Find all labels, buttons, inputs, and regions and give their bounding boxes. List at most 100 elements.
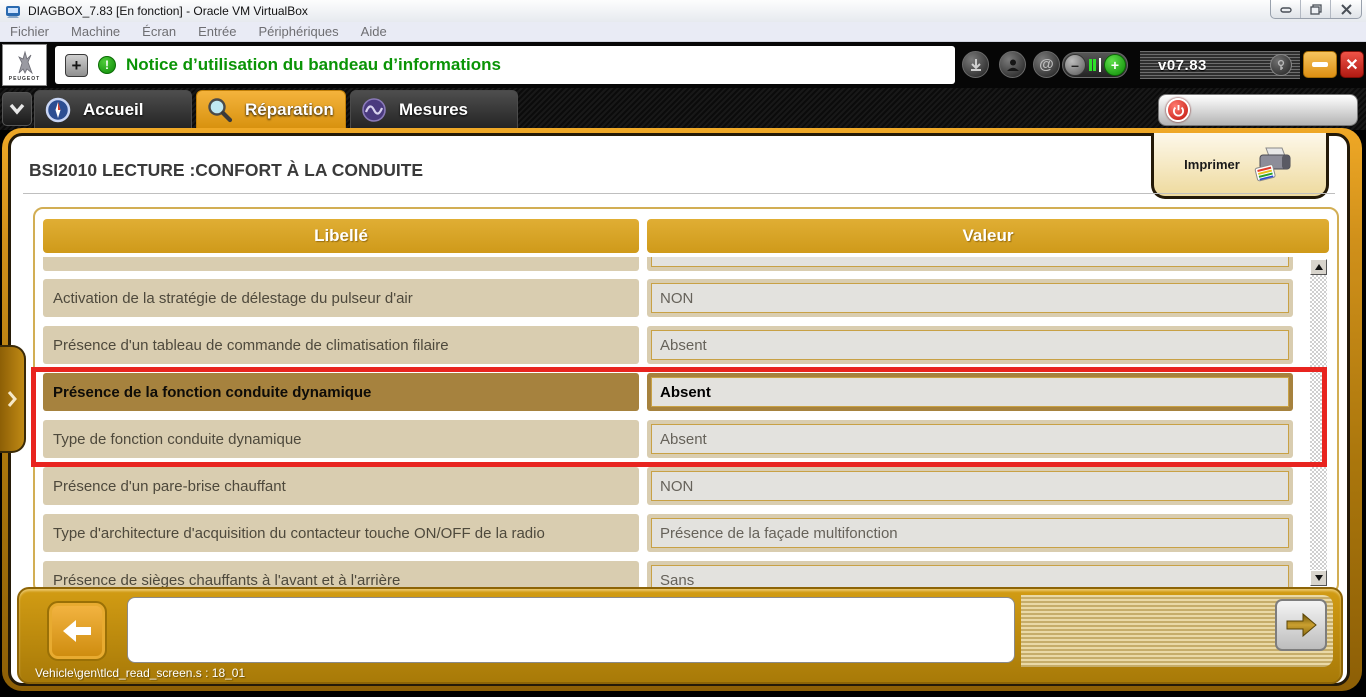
scrollbar-track[interactable]: [1310, 275, 1327, 570]
side-panel-toggle[interactable]: [0, 345, 26, 453]
row-label: Présence de la fonction conduite dynamiq…: [53, 384, 371, 401]
tab-label: Accueil: [83, 100, 143, 120]
tab-label: Réparation: [245, 100, 334, 120]
table-row[interactable]: Type d'architecture d'acquisition du con…: [43, 514, 1293, 552]
title-bar: DIAGBOX_7.83 [En fonction] - Oracle VM V…: [0, 0, 1366, 22]
app-close-icon[interactable]: ✕: [1340, 51, 1364, 78]
download-icon[interactable]: [962, 51, 989, 78]
magnifier-icon: [207, 97, 233, 123]
window-title: DIAGBOX_7.83 [En fonction] - Oracle VM V…: [28, 4, 308, 18]
header-valeur: Valeur: [647, 219, 1329, 253]
scroll-down-icon[interactable]: [1310, 570, 1327, 586]
email-at-icon[interactable]: @: [1033, 51, 1060, 78]
arrow-left-icon: [60, 617, 94, 645]
row-value-box: NON: [651, 283, 1289, 313]
arrow-right-icon: [1283, 610, 1319, 640]
row-value: Absent: [660, 384, 711, 401]
print-button[interactable]: Imprimer: [1151, 133, 1329, 199]
row-label: Présence d'un tableau de commande de cli…: [53, 337, 449, 354]
tab-accueil[interactable]: Accueil: [34, 90, 192, 128]
row-value: Présence de la façade multifonction: [660, 525, 898, 542]
info-icon: !: [98, 56, 116, 74]
row-label: Type de fonction conduite dynamique: [53, 431, 302, 448]
header-libelle: Libellé: [43, 219, 639, 253]
table-row[interactable]: Présence d'un pare-brise chauffant NON: [43, 467, 1293, 505]
volume-plus-icon[interactable]: +: [1104, 54, 1126, 76]
volume-level: [1086, 58, 1104, 72]
row-value-box: Absent: [651, 330, 1289, 360]
title-divider: [23, 193, 1335, 194]
row-value: NON: [660, 290, 693, 307]
menu-item[interactable]: Machine: [71, 24, 120, 39]
compass-icon: [45, 97, 71, 123]
table-row-partial: [43, 257, 1293, 271]
table-row[interactable]: Présence de sièges chauffants à l'avant …: [43, 561, 1293, 590]
menu-item[interactable]: Fichier: [10, 24, 49, 39]
virtualbox-window: DIAGBOX_7.83 [En fonction] - Oracle VM V…: [0, 0, 1366, 697]
row-value-box: Présence de la façade multifonction: [651, 518, 1289, 548]
key-icon[interactable]: [1270, 54, 1292, 76]
row-label: Présence de sièges chauffants à l'avant …: [53, 572, 400, 589]
row-label: Activation de la stratégie de délestage …: [53, 290, 413, 307]
row-value-box: NON: [651, 471, 1289, 501]
table-row[interactable]: Présence de la fonction conduite dynamiq…: [43, 373, 1293, 411]
table-row[interactable]: Activation de la stratégie de délestage …: [43, 279, 1293, 317]
table-rows: Activation de la stratégie de délestage …: [43, 257, 1293, 590]
row-label: Type d'architecture d'acquisition du con…: [53, 525, 545, 542]
notice-text: Notice d’utilisation du bandeau d’inform…: [126, 55, 501, 75]
menu-item[interactable]: Entrée: [198, 24, 236, 39]
message-box: [127, 597, 1015, 663]
row-value: Absent: [660, 337, 707, 354]
peugeot-logo: PEUGEOT: [2, 44, 47, 86]
app-header: PEUGEOT + ! Notice d’utilisation du band…: [0, 42, 1366, 88]
tab-mesures[interactable]: Mesures: [350, 90, 518, 128]
app-minimize-icon[interactable]: [1303, 51, 1337, 78]
virtualbox-icon: [5, 3, 21, 19]
row-label: Présence d'un pare-brise chauffant: [53, 478, 286, 495]
row-value-box: Absent: [651, 424, 1289, 454]
volume-control[interactable]: – +: [1062, 52, 1128, 78]
table-row[interactable]: Présence d'un tableau de commande de cli…: [43, 326, 1293, 364]
tab-bar: Accueil Réparation Mesures: [0, 88, 1366, 130]
table-header: Libellé Valeur: [43, 219, 1329, 253]
close-icon[interactable]: [1331, 0, 1361, 18]
vertical-scrollbar[interactable]: [1310, 259, 1327, 586]
table-row[interactable]: Type de fonction conduite dynamique Abse…: [43, 420, 1293, 458]
scroll-up-icon[interactable]: [1310, 259, 1327, 275]
next-button[interactable]: [1275, 599, 1327, 651]
expand-plus-icon[interactable]: +: [65, 54, 88, 77]
version-panel: v07.83: [1140, 51, 1300, 79]
menu-item[interactable]: Écran: [142, 24, 176, 39]
window-controls: [1270, 0, 1362, 19]
restore-icon[interactable]: [1301, 0, 1331, 18]
version-text: v07.83: [1158, 57, 1207, 74]
back-button[interactable]: [49, 603, 105, 659]
chevron-right-icon: [6, 390, 18, 408]
tab-reparation[interactable]: Réparation: [196, 90, 346, 128]
wave-icon: [361, 97, 387, 123]
footer-bar: Vehicle\gen\tlcd_read_screen.s : 18_01: [17, 587, 1343, 684]
menu-item[interactable]: Aide: [361, 24, 387, 39]
power-icon[interactable]: [1166, 98, 1190, 122]
printer-icon: [1252, 146, 1296, 184]
volume-minus-icon[interactable]: –: [1064, 54, 1086, 76]
lion-icon: [13, 49, 37, 75]
row-value: Sans: [660, 572, 694, 589]
chevron-down-icon[interactable]: [2, 92, 32, 126]
parameters-table: Libellé Valeur Activation de la stratégi…: [33, 207, 1339, 594]
minimize-icon[interactable]: [1271, 0, 1301, 18]
row-value: NON: [660, 478, 693, 495]
menu-item[interactable]: Périphériques: [258, 24, 338, 39]
row-value-box: Absent: [651, 377, 1289, 407]
tab-label: Mesures: [399, 100, 468, 120]
status-text: Vehicle\gen\tlcd_read_screen.s : 18_01: [35, 666, 245, 680]
user-icon[interactable]: [999, 51, 1026, 78]
row-value: Absent: [660, 431, 707, 448]
content-panel: Imprimer BSI2010 LECTURE :CONFORT À LA C…: [8, 133, 1350, 686]
page-title: BSI2010 LECTURE :CONFORT À LA CONDUITE: [29, 160, 423, 181]
menu-bar: Fichier Machine Écran Entrée Périphériques Ai…: [0, 22, 1366, 42]
brand-text: PEUGEOT: [9, 76, 40, 82]
session-panel: [1158, 94, 1358, 126]
print-label: Imprimer: [1184, 157, 1240, 172]
notice-bar: + ! Notice d’utilisation du bandeau d’in…: [55, 46, 955, 84]
